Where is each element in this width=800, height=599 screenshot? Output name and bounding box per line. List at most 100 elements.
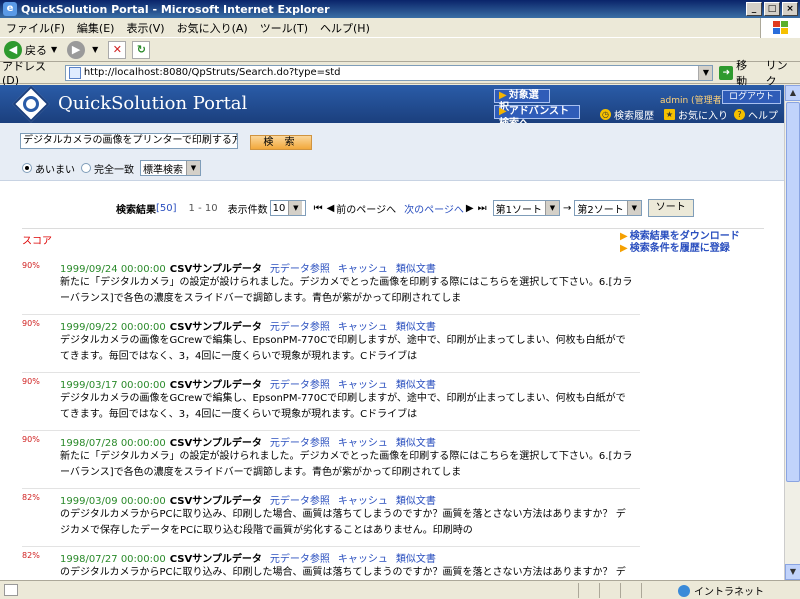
similar-docs-link[interactable]: 類似文書 [396, 380, 436, 391]
refresh-icon[interactable]: ↻ [132, 40, 151, 59]
sort-button[interactable]: ソート [647, 199, 694, 217]
search-panel: デジタルカメラの画像をプリンターで印刷する方法は 検 索 あいまい 完全一致 標… [0, 123, 784, 181]
cache-link[interactable]: キャッシュ [338, 496, 388, 507]
address-dropdown-icon[interactable]: ▼ [698, 65, 713, 80]
forward-button[interactable]: ▶ ▼ [67, 40, 102, 59]
address-input[interactable]: http://localhost:8080/QpStruts/Search.do… [64, 64, 714, 81]
results-divider [22, 228, 764, 229]
favorites-link[interactable]: ★ お気に入り [664, 107, 728, 122]
cache-link[interactable]: キャッシュ [338, 554, 388, 565]
sort2-select[interactable]: 第2ソート ▼ [574, 200, 642, 216]
search-button[interactable]: 検 索 [250, 135, 312, 150]
similar-docs-link[interactable]: 類似文書 [396, 264, 436, 275]
original-data-link[interactable]: 元データ参照 [270, 496, 330, 507]
download-results-link[interactable]: ▶ 検索結果をダウンロード [620, 231, 740, 243]
original-data-link[interactable]: 元データ参照 [270, 380, 330, 391]
back-dropdown-icon[interactable]: ▼ [51, 45, 57, 54]
result-title[interactable]: CSVサンプルデータ [170, 264, 262, 275]
portal-brand: QuickSolution Portal [58, 93, 248, 114]
result-score: 82% [22, 493, 40, 502]
last-page-icon[interactable]: ⏭ [478, 203, 487, 214]
cache-link[interactable]: キャッシュ [338, 438, 388, 449]
fuzzy-radio[interactable] [22, 163, 32, 173]
go-button[interactable]: ➜ 移動 [719, 57, 757, 89]
cache-link[interactable]: キャッシュ [338, 264, 388, 275]
result-date: 1998/07/27 00:00:00 [60, 554, 166, 565]
first-page-icon[interactable]: ⏮ [314, 203, 323, 214]
similar-docs-link[interactable]: 類似文書 [396, 438, 436, 449]
next-page-link[interactable]: 次のページへ [404, 201, 464, 216]
results-list: 90% 1999/09/24 00:00:00 CSVサンプルデータ 元データ参照 キャ… [0, 257, 640, 580]
back-label: 戻る [25, 43, 47, 57]
save-query-link[interactable]: ▶ 検索条件を履歴に登録 [620, 243, 740, 255]
result-item: 90% 1999/09/22 00:00:00 CSVサンプルデータ 元データ参照 キャ… [22, 315, 640, 373]
result-score: 82% [22, 551, 40, 560]
scroll-up-icon[interactable]: ▲ [785, 85, 800, 101]
target-select-link[interactable]: ▶対象選択 [494, 89, 550, 113]
logout-button[interactable]: ログアウト [722, 90, 782, 104]
original-data-link[interactable]: 元データ参照 [270, 554, 330, 565]
menu-favorites[interactable]: お気に入り(A) [171, 20, 254, 36]
scroll-thumb[interactable] [786, 102, 800, 482]
cache-link[interactable]: キャッシュ [338, 322, 388, 333]
security-zone: イントラネット [678, 583, 764, 598]
similar-docs-link[interactable]: 類似文書 [396, 554, 436, 565]
chevron-down-icon: ▼ [545, 201, 559, 215]
menu-edit[interactable]: 編集(E) [71, 20, 121, 36]
help-link[interactable]: ? ヘルプ [734, 107, 778, 122]
go-label: 移動 [736, 58, 748, 88]
result-title[interactable]: CSVサンプルデータ [170, 554, 262, 565]
similar-docs-link[interactable]: 類似文書 [396, 496, 436, 507]
original-data-link[interactable]: 元データ参照 [270, 322, 330, 333]
prev-page-link[interactable]: 前のページへ [336, 201, 396, 216]
original-data-link[interactable]: 元データ参照 [270, 438, 330, 449]
scroll-down-icon[interactable]: ▼ [785, 564, 800, 580]
menu-bar: ファイル(F) 編集(E) 表示(V) お気に入り(A) ツール(T) ヘルプ(… [0, 18, 800, 38]
result-item: 82% 1999/03/09 00:00:00 CSVサンプルデータ 元データ参照 キャ… [22, 489, 640, 547]
result-snippet: デジタルカメラの画像をGCrewで編集し、EpsonPM-770Cで印刷しますが… [60, 335, 626, 362]
result-item: 90% 1998/07/28 00:00:00 CSVサンプルデータ 元データ参照 キャ… [22, 431, 640, 489]
close-button[interactable]: × [782, 2, 798, 16]
links-button[interactable]: リンク [766, 57, 798, 89]
forward-dropdown-icon[interactable]: ▼ [92, 45, 98, 54]
menu-tools[interactable]: ツール(T) [254, 20, 314, 36]
stop-icon[interactable]: ✕ [108, 40, 127, 59]
help-icon: ? [734, 109, 745, 120]
result-score: 90% [22, 377, 40, 386]
vertical-scrollbar[interactable]: ▲ ▼ [784, 85, 800, 580]
exact-radio[interactable] [81, 163, 91, 173]
results-toolbar: 検索結果 [50] 1 - 10 表示件数 10 ▼ ⏮ ◀ 前のページへ 次のペ… [116, 199, 694, 217]
advanced-search-link[interactable]: ▶アドバンスト検索へ [494, 105, 580, 129]
original-data-link[interactable]: 元データ参照 [270, 264, 330, 275]
maximize-button[interactable]: □ [764, 2, 780, 16]
cache-link[interactable]: キャッシュ [338, 380, 388, 391]
result-score: 90% [22, 435, 40, 444]
result-title[interactable]: CSVサンプルデータ [170, 322, 262, 333]
back-arrow-icon: ◀ [4, 40, 22, 59]
address-url[interactable]: http://localhost:8080/QpStruts/Search.do… [84, 67, 699, 78]
result-score: 90% [22, 319, 40, 328]
result-date: 1999/09/22 00:00:00 [60, 322, 166, 333]
search-input[interactable]: デジタルカメラの画像をプリンターで印刷する方法は [20, 133, 238, 149]
menu-view[interactable]: 表示(V) [120, 20, 170, 36]
result-score: 90% [22, 261, 40, 270]
back-button[interactable]: ◀ 戻る ▼ [4, 40, 61, 59]
result-title[interactable]: CSVサンプルデータ [170, 438, 262, 449]
menu-file[interactable]: ファイル(F) [0, 20, 71, 36]
window-title: QuickSolution Portal - Microsoft Interne… [21, 2, 330, 16]
result-snippet: 新たに「デジタルカメラ」の設定が設けられました。デジカメでとった画像を印刷する際… [60, 277, 633, 304]
sort1-select[interactable]: 第1ソート ▼ [492, 200, 560, 216]
search-mode-select[interactable]: 標準検索 ▼ [140, 160, 201, 176]
minimize-button[interactable]: _ [746, 2, 762, 16]
menu-help[interactable]: ヘルプ(H) [314, 20, 376, 36]
similar-docs-link[interactable]: 類似文書 [396, 322, 436, 333]
per-page-label: 表示件数 [227, 204, 268, 216]
result-title[interactable]: CSVサンプルデータ [170, 380, 262, 391]
result-snippet: 新たに「デジタルカメラ」の設定が設けられました。デジカメでとった画像を印刷する際… [60, 451, 633, 478]
result-title[interactable]: CSVサンプルデータ [170, 496, 262, 507]
next-page-icon[interactable]: ▶ [466, 203, 474, 214]
search-history-link[interactable]: ◷ 検索履歴 [600, 107, 654, 122]
sort-arrow: → [563, 202, 572, 214]
prev-page-icon[interactable]: ◀ [327, 203, 335, 214]
per-page-select[interactable]: 10 ▼ [269, 200, 306, 216]
